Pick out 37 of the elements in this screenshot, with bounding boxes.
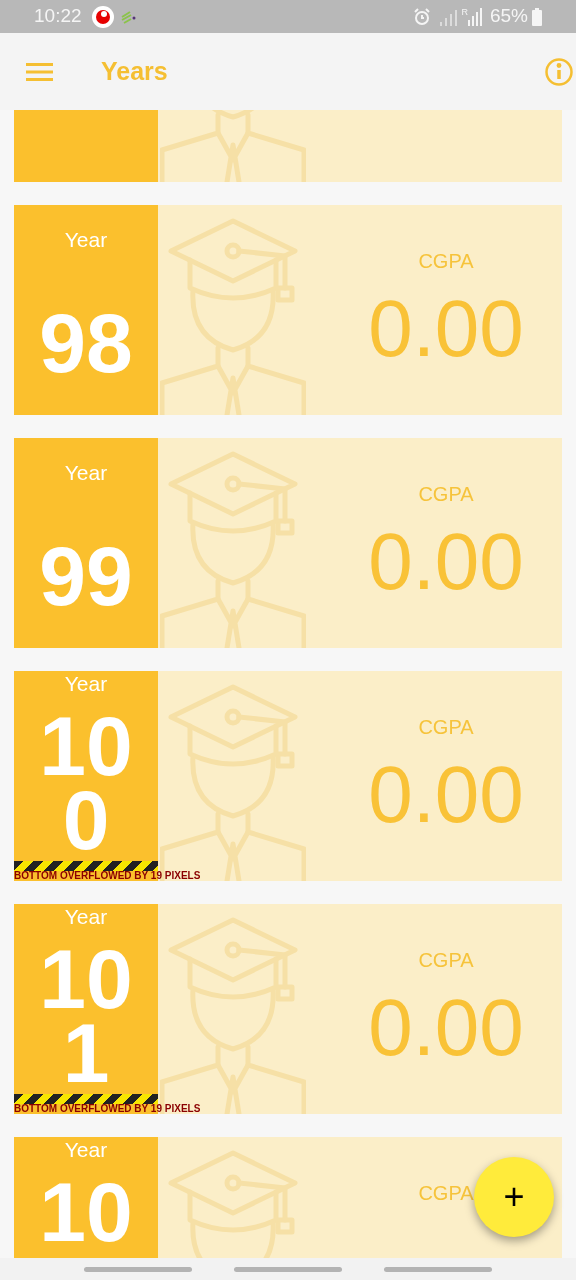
cgpa-label: CGPA [418,948,474,972]
graduate-icon [160,451,306,648]
year-label: Year [64,1137,108,1163]
alarm-icon [413,7,432,26]
status-time: 10:22 [34,4,82,29]
app-bar-title: Years [101,55,168,87]
graduate-icon [160,218,306,415]
cgpa-label: CGPA [418,482,474,506]
year-number: 101 [38,942,134,1090]
signal-icon [439,7,458,26]
cgpa-value: 0.00 [368,289,524,369]
graduate-icon [160,917,306,1114]
nav-handle[interactable] [234,1266,342,1272]
battery-icon [532,7,542,26]
nav-handle[interactable] [84,1266,192,1272]
year-label: Year [64,227,108,253]
carrier-logo-icon [91,5,114,28]
battery-percent: 65% [489,4,528,29]
year-label: Year [64,460,108,486]
year-number: 10 [38,1175,134,1249]
cgpa-label: CGPA [418,1181,474,1205]
year-number: 99 [38,534,134,618]
cgpa-label: CGPA [418,249,474,273]
menu-icon[interactable] [26,61,53,82]
nav-handle[interactable] [384,1266,492,1272]
cgpa-value: 0.00 [368,522,524,602]
graduate-icon [160,684,306,881]
year-number: 98 [38,301,134,385]
signal-icon [467,7,482,26]
cgpa-value: 0.00 [368,755,524,835]
year-number: 100 [38,709,134,857]
download-icon [119,8,136,25]
cgpa-label: CGPA [418,715,474,739]
cgpa-value: 0.00 [368,988,524,1068]
year-label: Year [64,671,108,697]
info-icon[interactable] [544,56,574,87]
year-label: Year [64,904,108,930]
